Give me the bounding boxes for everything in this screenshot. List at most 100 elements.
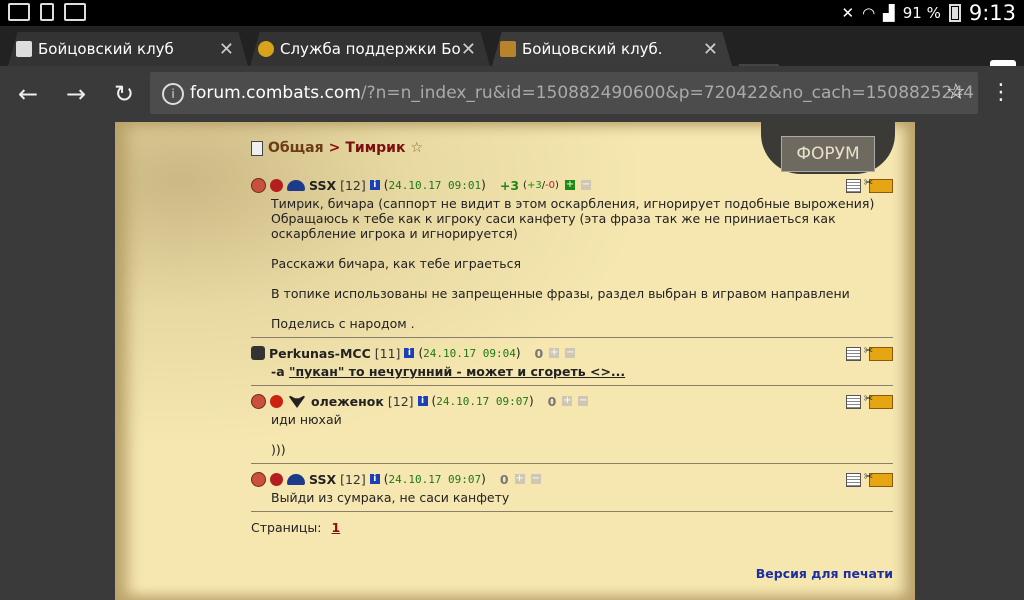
author-nick[interactable]: Perkunas-MCC: [269, 346, 371, 361]
post-body: -а "пукан" то нечугунний - может и сгоре…: [271, 364, 893, 379]
ghost-icon: [251, 346, 265, 360]
author-level: [12]: [387, 393, 414, 409]
mute-icon: ✕: [841, 4, 855, 22]
reload-button[interactable]: ↻: [110, 80, 138, 108]
author-level: [12]: [340, 471, 366, 487]
post-rating: 0: [499, 471, 509, 487]
forward-button[interactable]: →: [62, 80, 90, 108]
battery-percent: 91 %: [902, 4, 941, 22]
address-bar[interactable]: i forum.combats.com/?n=n_index_ru&id=150…: [150, 72, 978, 114]
pages-label: Страницы:: [251, 520, 322, 535]
post-date: 24.10.17 09:01: [388, 179, 482, 192]
battery-icon: [948, 4, 961, 22]
post-date: 24.10.17 09:07: [436, 395, 529, 408]
menu-icon[interactable]: ⋮: [990, 80, 1012, 105]
cap-icon: [287, 473, 305, 485]
rune-icon: [270, 472, 283, 486]
vote-minus-button[interactable]: −: [530, 474, 541, 484]
quote-reply-icon[interactable]: [864, 470, 893, 487]
close-icon[interactable]: ✕: [703, 39, 718, 60]
post-rating: +3: [499, 177, 520, 193]
favorite-star-icon[interactable]: ☆: [410, 140, 423, 156]
vote-minus-button[interactable]: −: [578, 396, 589, 406]
tab-title: Бойцовский клуб.: [522, 40, 663, 58]
vote-minus-button[interactable]: −: [565, 348, 576, 358]
tab-combats-1[interactable]: Бойцовский клуб ✕: [8, 32, 248, 66]
vote-plus-button[interactable]: +: [562, 396, 573, 406]
forum-post: Perkunas-MCC [11] i (24.10.17 09:04) 0 +…: [251, 342, 893, 386]
clan-icon[interactable]: [251, 393, 266, 409]
sd-card-icon: [40, 3, 54, 21]
author-nick[interactable]: SSX: [309, 178, 336, 193]
clan-icon[interactable]: [251, 177, 266, 193]
list-icon[interactable]: [846, 473, 861, 487]
gallery-icon: [64, 3, 86, 21]
tab-strip: Бойцовский клуб ✕ Служба поддержки Бойцо…: [0, 26, 1024, 86]
list-icon[interactable]: [846, 395, 861, 409]
list-icon[interactable]: [846, 347, 861, 361]
user-info-icon[interactable]: i: [369, 180, 380, 190]
quote-reply-icon[interactable]: [864, 176, 893, 193]
bookmark-star-icon[interactable]: ☆: [946, 80, 966, 105]
back-button[interactable]: ←: [14, 80, 42, 108]
pagination: Страницы: 1: [251, 520, 893, 535]
vote-plus-button[interactable]: +: [514, 474, 525, 484]
post-body-prefix: -а: [271, 364, 289, 379]
breadcrumb-section[interactable]: Общая: [268, 140, 324, 156]
vote-minus-button[interactable]: −: [580, 180, 591, 190]
quoted-link[interactable]: "пукан" то нечугунний - может и сгореть …: [289, 364, 625, 379]
author-level: [12]: [340, 177, 366, 193]
user-info-icon[interactable]: i: [404, 348, 415, 358]
toolbar: ← → ↻ i forum.combats.com/?n=n_index_ru&…: [0, 66, 1024, 122]
post-rating: 0: [534, 345, 544, 361]
print-version-link[interactable]: Версия для печати: [756, 566, 893, 581]
user-info-icon[interactable]: i: [417, 396, 428, 406]
vote-plus-button[interactable]: +: [549, 348, 560, 358]
tab-combats-2[interactable]: Бойцовский клуб. ✕: [492, 32, 732, 66]
post-body: Тимрик, бичара (саппорт не видит в этом …: [271, 196, 875, 331]
status-bar: ✕ ◠ ▟ 91 % 9:13: [0, 0, 1024, 26]
breadcrumb-separator: >: [328, 140, 341, 156]
author-nick[interactable]: SSX: [309, 472, 336, 487]
rune-icon: [270, 178, 283, 192]
eagle-icon: [287, 394, 307, 408]
votes-breakdown: (+3/-0): [523, 179, 559, 191]
close-icon[interactable]: ✕: [461, 39, 476, 60]
support-icon: [258, 41, 274, 57]
url-path: /?n=n_index_ru&id=150882490600&p=720422&…: [360, 83, 974, 103]
breadcrumb: Общая > Тимрик ☆: [251, 140, 893, 156]
close-icon[interactable]: ✕: [219, 39, 234, 60]
author-nick[interactable]: олеженок: [311, 394, 384, 409]
forum-content: Общая > Тимрик ☆ SSX [12] i (24.10.17 09…: [251, 140, 893, 581]
forum-post: SSX [12] i (24.10.17 09:07) 0 + − Выйди …: [251, 468, 893, 512]
info-icon[interactable]: i: [162, 83, 184, 105]
forum-post: олеженок [12] i (24.10.17 09:07) 0 + − и…: [251, 390, 893, 464]
post-rating: 0: [547, 393, 557, 409]
forum-paper: ФОРУМ Общая > Тимрик ☆ SSX [12] i (24.10…: [115, 122, 915, 600]
quote-reply-icon[interactable]: [864, 344, 893, 361]
url-host: forum.combats.com: [190, 83, 361, 103]
clan-icon[interactable]: [251, 471, 266, 487]
votes-plus: +3: [526, 179, 542, 191]
flag-icon: [270, 394, 283, 408]
list-icon[interactable]: [846, 179, 861, 193]
author-level: [11]: [374, 345, 401, 361]
post-body: Выйди из сумрака, не саси канфету: [271, 490, 510, 505]
votes-minus: -0: [545, 179, 556, 191]
user-info-icon[interactable]: i: [369, 474, 380, 484]
wifi-icon: ◠: [862, 4, 876, 22]
page-link-current[interactable]: 1: [331, 520, 340, 535]
quote-reply-icon[interactable]: [864, 392, 893, 409]
mail-icon: [8, 3, 30, 21]
document-icon: [251, 140, 263, 156]
forum-post: SSX [12] i (24.10.17 09:01) +3 (+3/-0) +…: [251, 174, 893, 338]
tab-support[interactable]: Служба поддержки Бойцовс ✕: [250, 32, 490, 66]
web-page: ФОРУМ Общая > Тимрик ☆ SSX [12] i (24.10…: [0, 122, 1024, 600]
cap-icon: [287, 179, 305, 191]
post-body: иди нюхай ))): [271, 412, 342, 457]
vote-plus-button[interactable]: +: [564, 180, 575, 190]
signal-icon: ▟: [883, 4, 895, 22]
tab-title: Бойцовский клуб: [38, 40, 174, 58]
tab-title: Служба поддержки Бойцовс: [280, 40, 460, 58]
breadcrumb-topic: Тимрик: [345, 140, 406, 156]
